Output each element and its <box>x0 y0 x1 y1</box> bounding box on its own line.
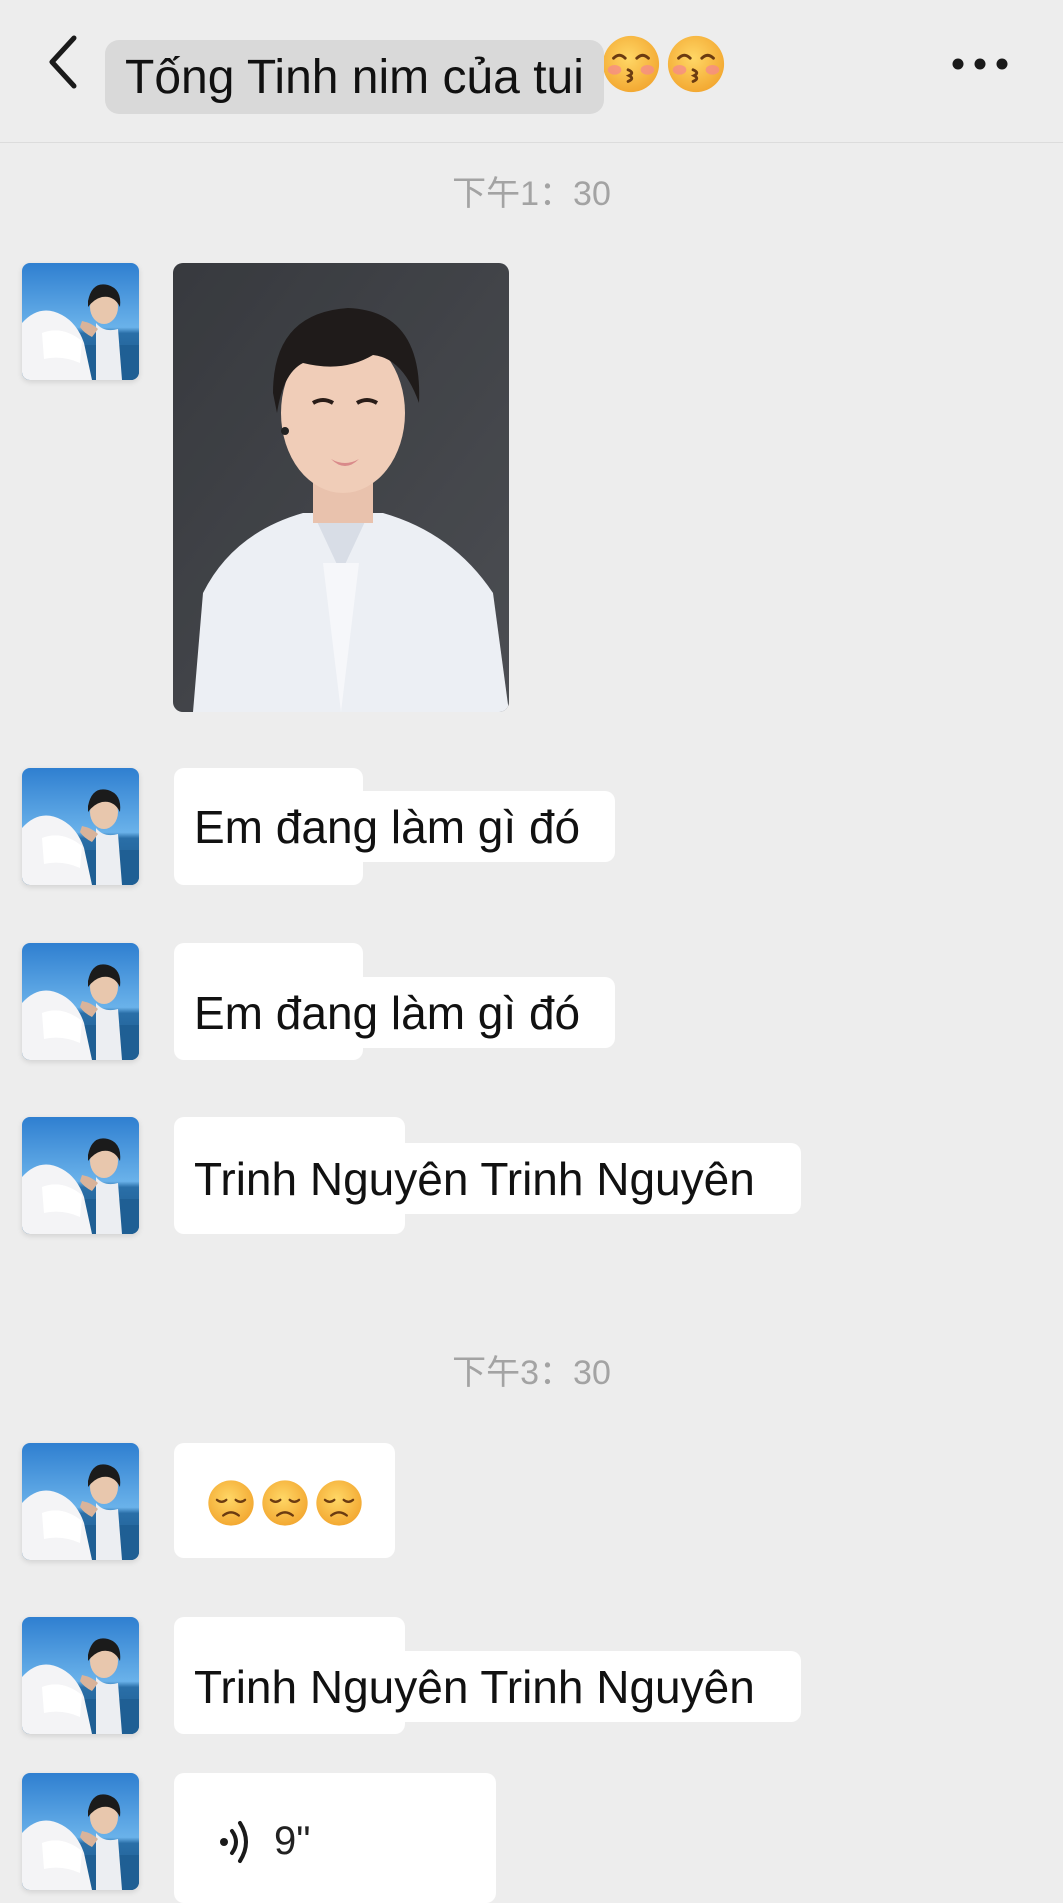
voice-message-bubble[interactable]: 9" <box>174 1773 496 1903</box>
avatar-image <box>22 943 139 1060</box>
kissing-face-emoji <box>665 33 727 95</box>
avatar[interactable] <box>22 943 139 1060</box>
avatar-image <box>22 768 139 885</box>
voice-wave-icon <box>220 1821 248 1863</box>
chat-title-pill[interactable]: Tống Tinh nim của tui <box>105 40 604 114</box>
disappointed-face-emoji <box>260 1478 310 1528</box>
message-bubble[interactable]: Em đang làm gì đó <box>174 977 615 1048</box>
avatar[interactable] <box>22 1773 139 1890</box>
selfie-photo <box>173 263 509 712</box>
disappointed-face-emoji <box>206 1478 256 1528</box>
timestamp: 下午3：30 <box>452 1354 611 1392</box>
avatar[interactable] <box>22 1617 139 1734</box>
avatar[interactable] <box>22 1443 139 1560</box>
back-button[interactable] <box>40 30 90 94</box>
avatar[interactable] <box>22 768 139 885</box>
avatar-image <box>22 1443 139 1560</box>
more-options-button[interactable] <box>950 44 1010 84</box>
kissing-face-emoji <box>600 33 662 95</box>
chat-header: Tống Tinh nim của tui <box>0 0 1063 143</box>
avatar-image <box>22 1773 139 1890</box>
avatar[interactable] <box>22 1117 139 1234</box>
message-bubble[interactable]: Trinh Nguyên Trinh Nguyên <box>174 1143 801 1214</box>
voice-duration: 9" <box>274 1819 311 1863</box>
avatar[interactable] <box>22 263 139 380</box>
emoji-message-bubble[interactable] <box>174 1443 395 1558</box>
message-bubble[interactable]: Em đang làm gì đó <box>174 791 615 862</box>
image-message[interactable] <box>173 263 509 712</box>
avatar-image <box>22 1117 139 1234</box>
timestamp: 下午1：30 <box>452 175 611 213</box>
message-bubble[interactable]: Trinh Nguyên Trinh Nguyên <box>174 1651 801 1722</box>
message-text: Em đang làm gì đó <box>194 801 581 853</box>
avatar-image <box>22 263 139 380</box>
chevron-left-icon <box>49 35 77 89</box>
disappointed-face-emoji <box>314 1478 364 1528</box>
chat-title: Tống Tinh nim của tui <box>125 50 584 104</box>
message-text: Em đang làm gì đó <box>194 987 581 1039</box>
more-dots-icon <box>952 58 1008 70</box>
message-text: Trinh Nguyên Trinh Nguyên <box>194 1153 755 1205</box>
avatar-image <box>22 1617 139 1734</box>
message-text: Trinh Nguyên Trinh Nguyên <box>194 1661 755 1713</box>
